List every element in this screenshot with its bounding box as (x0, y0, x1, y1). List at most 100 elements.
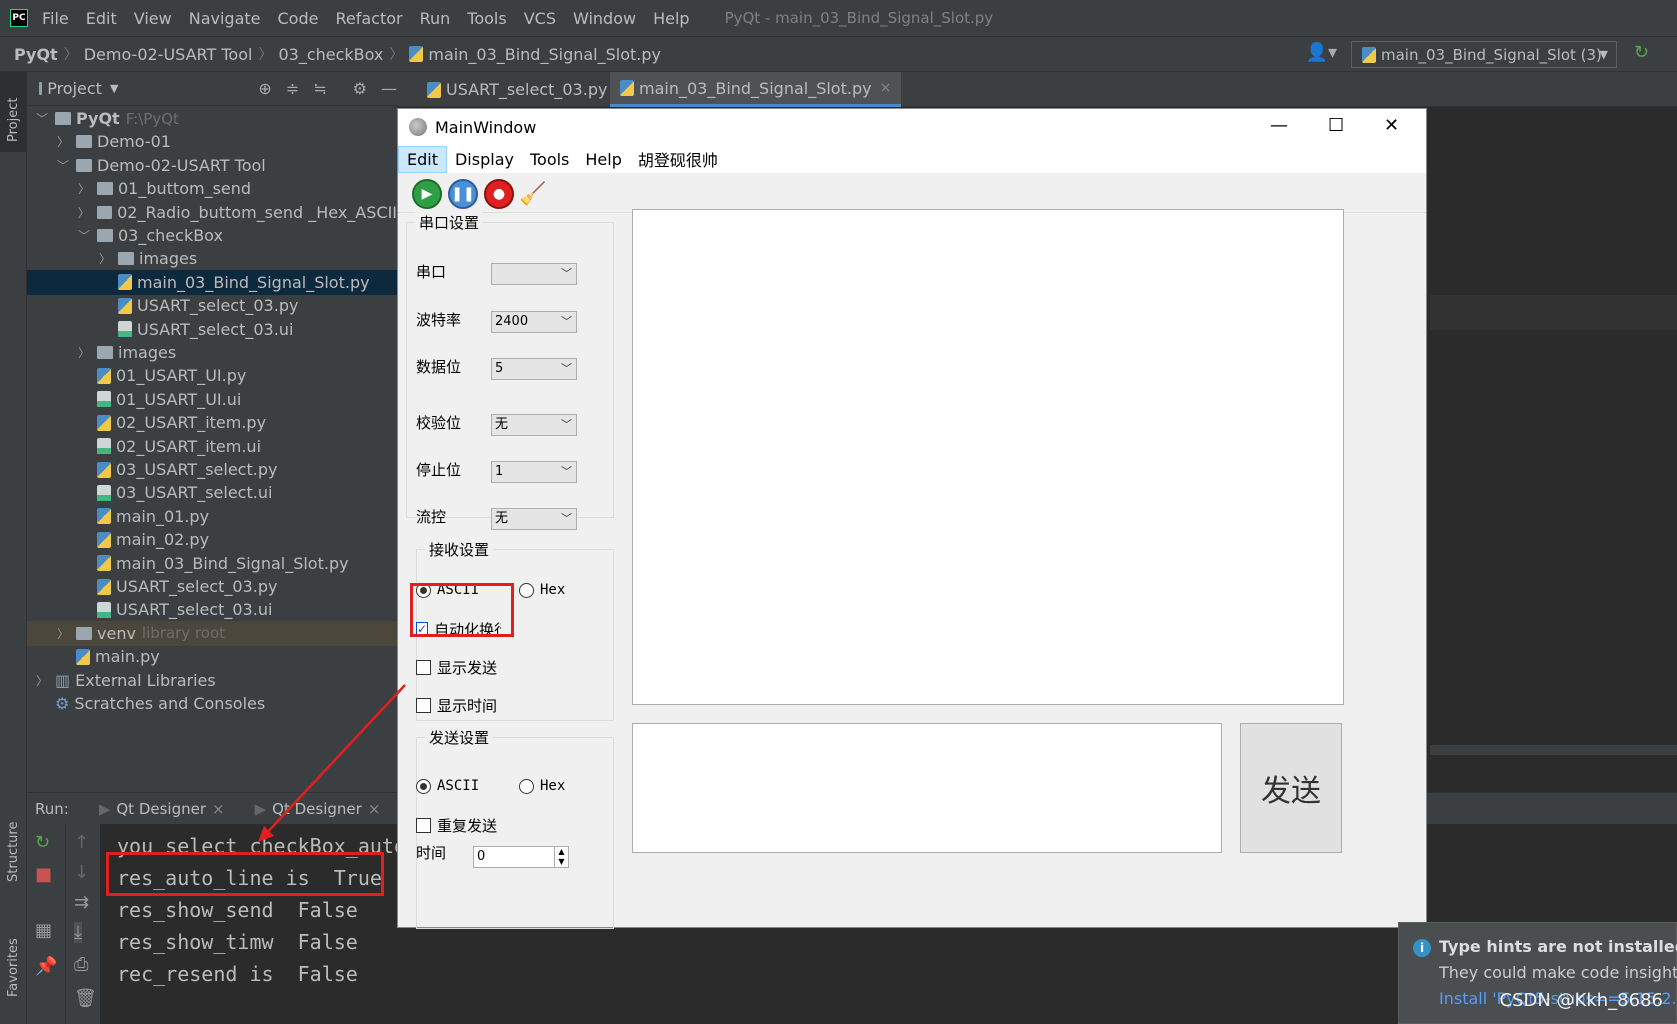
locate-icon[interactable]: ⊕ (258, 79, 271, 98)
breadcrumb-item[interactable]: 03_checkBox (278, 45, 383, 64)
menu-vcs[interactable]: VCS (524, 9, 556, 28)
tree-item[interactable]: 03_USART_select.py (27, 457, 397, 482)
project-tool-tab[interactable]: Project (0, 72, 26, 152)
tree-item[interactable]: main_03_Bind_Signal_Slot.py (27, 269, 397, 295)
tree-item[interactable]: main_03_Bind_Signal_Slot.py (27, 551, 397, 576)
structure-tool-label[interactable]: Structure (6, 822, 21, 882)
tree-item[interactable]: main.py (27, 644, 397, 669)
user-icon[interactable]: 👤▾ (1306, 42, 1337, 63)
editor-scrollbar[interactable] (1430, 745, 1677, 755)
collapse-all-icon[interactable]: ≒ (313, 79, 326, 98)
breadcrumb-item[interactable]: PyQt (14, 45, 58, 64)
menu-view[interactable]: View (134, 9, 172, 28)
gear-icon[interactable]: ⚙ (353, 79, 367, 98)
receive-hex-radio[interactable]: Hex (519, 582, 565, 598)
menu-run[interactable]: Run (420, 9, 451, 28)
time-spinbox[interactable]: 0 ▲ ▼ (473, 846, 569, 868)
chevron-down-icon[interactable]: ﹀ (35, 110, 49, 127)
tree-item[interactable]: USART_select_03.ui (27, 317, 397, 342)
favorites-tool-label[interactable]: Favorites (6, 938, 21, 997)
run-config-select[interactable]: main_03_Bind_Signal_Slot (3) ▼ (1351, 41, 1617, 68)
tree-item[interactable]: 〉 02_Radio_buttom_send _Hex_ASCII (27, 200, 397, 225)
tree-item[interactable]: USART_select_03.py (27, 574, 397, 599)
send-button[interactable]: 发送 (1240, 723, 1342, 853)
mw-menu-help[interactable]: Help (577, 147, 629, 172)
tree-item[interactable]: 02_USART_item.py (27, 410, 397, 435)
close-icon[interactable]: × (880, 80, 892, 96)
tree-item[interactable]: 02_USART_item.ui (27, 434, 397, 459)
baud-select[interactable]: 2400 ﹀ (491, 311, 577, 333)
repeat-send-checkbox[interactable]: 重复发送 (416, 815, 497, 836)
tree-item[interactable]: main_02.py (27, 527, 397, 552)
close-icon[interactable]: ✕ (1384, 115, 1399, 136)
rerun-icon[interactable]: ↻ (1634, 42, 1649, 63)
tree-item[interactable]: 〉 images (27, 340, 397, 365)
chevron-down-icon[interactable]: ﹀ (77, 227, 91, 244)
show-time-checkbox[interactable]: 显示时间 (416, 695, 497, 716)
pause-icon[interactable]: ❚❚ (448, 179, 478, 209)
spin-arrows-icon[interactable]: ▲ ▼ (554, 847, 568, 867)
parity-select[interactable]: 无 ﹀ (491, 414, 577, 436)
tree-item[interactable]: 01_USART_UI.ui (27, 387, 397, 412)
expand-all-icon[interactable]: ≑ (286, 79, 299, 98)
stopbits-select[interactable]: 1 ﹀ (491, 461, 577, 483)
tab-usart-select[interactable]: USART_select_03.py × (417, 72, 637, 107)
soft-wrap-icon[interactable]: ⇉ (74, 892, 89, 913)
mw-menu-display[interactable]: Display (447, 147, 522, 172)
receive-textarea[interactable] (632, 209, 1344, 705)
tree-item[interactable]: 01_USART_UI.py (27, 363, 397, 388)
port-select[interactable]: ﹀ (491, 263, 577, 285)
pin-icon[interactable]: 📌 (35, 956, 57, 977)
close-icon[interactable]: × (212, 800, 225, 818)
minimize-icon[interactable]: — (381, 79, 397, 98)
arrow-down-icon[interactable]: ↓ (74, 862, 89, 883)
tree-item[interactable]: 03_USART_select.ui (27, 480, 397, 505)
tree-item[interactable]: ﹀ Demo-02-USART Tool (27, 153, 397, 178)
scroll-to-end-icon[interactable]: ⤓ (74, 922, 82, 943)
minimize-icon[interactable]: — (1270, 115, 1288, 136)
menu-navigate[interactable]: Navigate (189, 9, 261, 28)
chevron-right-icon[interactable]: 〉 (35, 672, 49, 689)
chevron-right-icon[interactable]: 〉 (56, 625, 70, 642)
breadcrumb-item[interactable]: Demo-02-USART Tool (84, 45, 253, 64)
chevron-right-icon[interactable]: 〉 (77, 180, 91, 197)
send-hex-radio[interactable]: Hex (519, 778, 565, 794)
tree-item[interactable]: 〉 01_buttom_send (27, 176, 397, 201)
layout-icon[interactable]: ▦ (35, 920, 52, 941)
menu-refactor[interactable]: Refactor (335, 9, 402, 28)
tree-item[interactable]: USART_select_03.ui (27, 597, 397, 622)
chevron-right-icon[interactable]: 〉 (77, 204, 91, 221)
send-ascii-radio[interactable]: ASCII (416, 778, 479, 794)
menu-file[interactable]: File (42, 9, 69, 28)
tree-item[interactable]: main_01.py (27, 504, 397, 529)
menu-help[interactable]: Help (653, 9, 689, 28)
menu-edit[interactable]: Edit (86, 9, 117, 28)
chevron-down-icon[interactable]: ▼ (110, 82, 118, 95)
mw-menu-author[interactable]: 胡登砚很帅 (630, 144, 726, 174)
arrow-up-icon[interactable]: ↑ (74, 832, 89, 853)
tree-item[interactable]: USART_select_03.py (27, 293, 397, 318)
show-send-checkbox[interactable]: 显示发送 (416, 657, 497, 678)
broom-clear-icon[interactable]: 🧹 (518, 179, 548, 209)
tree-item[interactable]: ﹀ PyQt F:\PyQt (27, 106, 397, 131)
breadcrumb-item[interactable]: main_03_Bind_Signal_Slot.py (428, 45, 661, 64)
flowcontrol-select[interactable]: 无 ﹀ (491, 508, 577, 530)
chevron-right-icon[interactable]: 〉 (56, 133, 70, 150)
record-icon[interactable]: ● (484, 179, 514, 209)
send-textarea[interactable] (632, 723, 1222, 853)
run-tab-qt-designer[interactable]: ▶ Qt Designer × (99, 800, 225, 818)
stop-icon[interactable]: ■ (35, 864, 52, 885)
menu-tools[interactable]: Tools (467, 9, 506, 28)
chevron-down-icon[interactable]: ﹀ (56, 157, 70, 174)
menu-window[interactable]: Window (573, 9, 636, 28)
rerun-icon[interactable]: ↻ (35, 832, 50, 853)
tree-item[interactable]: ﹀ 03_checkBox (27, 223, 397, 248)
mw-menu-edit[interactable]: Edit (398, 145, 447, 173)
tree-item[interactable]: 〉 venv library root (27, 620, 397, 646)
menu-code[interactable]: Code (278, 9, 319, 28)
maximize-icon[interactable]: ☐ (1328, 115, 1344, 136)
databits-select[interactable]: 5 ﹀ (491, 358, 577, 380)
trash-icon[interactable]: 🗑 (74, 988, 97, 1009)
chevron-right-icon[interactable]: 〉 (77, 344, 91, 361)
tab-main-bind[interactable]: main_03_Bind_Signal_Slot.py × (610, 72, 902, 107)
